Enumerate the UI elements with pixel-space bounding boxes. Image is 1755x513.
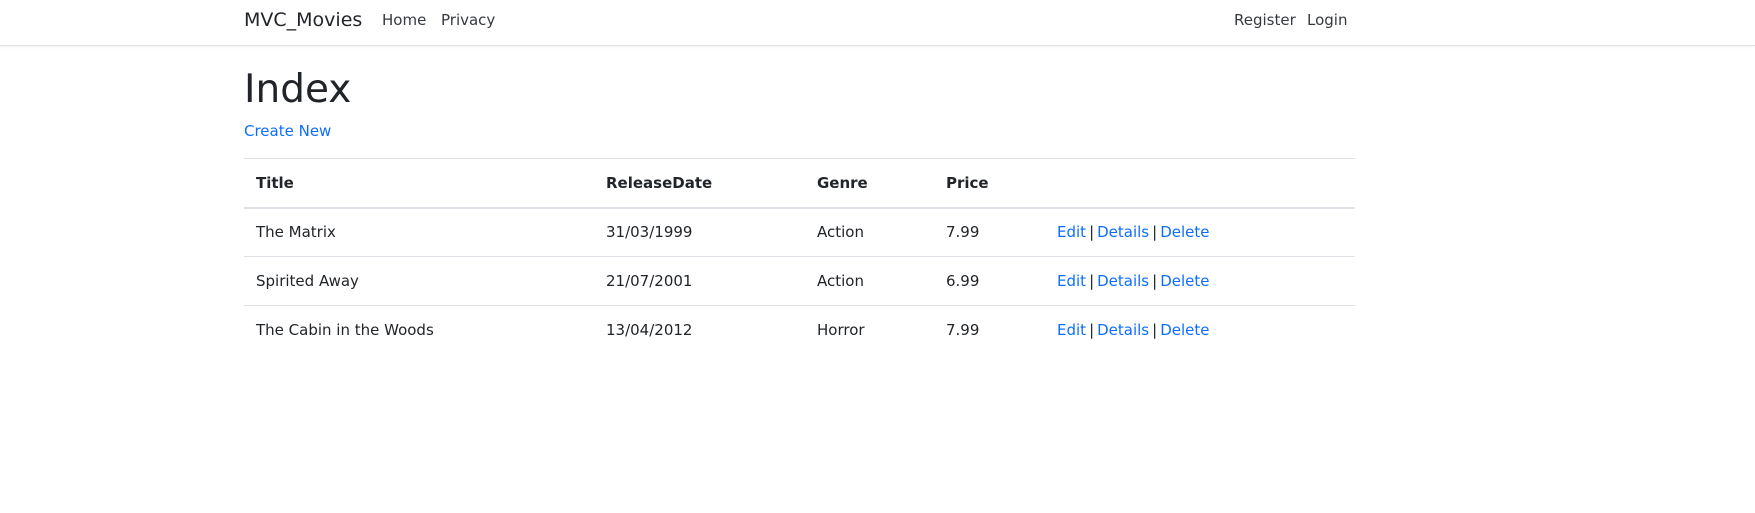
nav-home-link[interactable]: Home <box>382 10 426 30</box>
movies-table: Title ReleaseDate Genre Price The Matrix… <box>244 158 1355 355</box>
header-price: Price <box>934 158 1045 209</box>
brand-link[interactable]: MVC_Movies <box>244 8 362 32</box>
table-body: The Matrix 31/03/1999 Action 7.99 Edit | D… <box>244 207 1355 355</box>
edit-link[interactable]: Edit <box>1057 272 1086 290</box>
cell-price: 6.99 <box>934 256 1045 306</box>
cell-actions: Edit | Details | Delete <box>1045 305 1355 355</box>
cell-actions: Edit | Details | Delete <box>1045 256 1355 306</box>
cell-actions: Edit | Details | Delete <box>1045 207 1355 257</box>
header-genre: Genre <box>805 158 934 209</box>
action-separator: | <box>1152 321 1158 340</box>
nav-login-link[interactable]: Login <box>1307 10 1347 30</box>
nav-privacy-link[interactable]: Privacy <box>441 10 495 30</box>
edit-link[interactable]: Edit <box>1057 223 1086 241</box>
cell-genre: Action <box>805 207 934 257</box>
navbar: MVC_Movies Home Privacy Register Login <box>0 0 1755 46</box>
delete-link[interactable]: Delete <box>1160 272 1209 290</box>
table-row: Spirited Away 21/07/2001 Action 6.99 Edi… <box>244 256 1355 306</box>
details-link[interactable]: Details <box>1097 321 1149 339</box>
details-link[interactable]: Details <box>1097 223 1149 241</box>
action-separator: | <box>1089 272 1095 290</box>
cell-price: 7.99 <box>934 305 1045 355</box>
page-title: Index <box>244 67 352 112</box>
action-separator: | <box>1152 272 1158 290</box>
header-release-date: ReleaseDate <box>594 158 805 209</box>
cell-release-date: 21/07/2001 <box>594 256 805 306</box>
edit-link[interactable]: Edit <box>1057 321 1086 339</box>
table-row: The Matrix 31/03/1999 Action 7.99 Edit | D… <box>244 207 1355 257</box>
cell-title: Spirited Away <box>244 256 594 306</box>
table-header: Title ReleaseDate Genre Price <box>244 158 1355 209</box>
cell-title: The Cabin in the Woods <box>244 305 594 355</box>
cell-release-date: 13/04/2012 <box>594 305 805 355</box>
cell-title: The Matrix <box>244 207 594 257</box>
header-actions <box>1045 158 1355 209</box>
nav-register-link[interactable]: Register <box>1234 10 1296 30</box>
action-separator: | <box>1089 223 1095 242</box>
table-header-row: Title ReleaseDate Genre Price <box>244 158 1355 209</box>
action-separator: | <box>1152 223 1158 242</box>
details-link[interactable]: Details <box>1097 272 1149 290</box>
table-row: The Cabin in the Woods 13/04/2012 Horror… <box>244 305 1355 355</box>
cell-genre: Horror <box>805 305 934 355</box>
action-separator: | <box>1089 321 1095 340</box>
cell-release-date: 31/03/1999 <box>594 207 805 257</box>
cell-price: 7.99 <box>934 207 1045 257</box>
delete-link[interactable]: Delete <box>1160 321 1209 339</box>
create-new-link[interactable]: Create New <box>244 121 331 141</box>
cell-genre: Action <box>805 256 934 306</box>
delete-link[interactable]: Delete <box>1160 223 1209 241</box>
header-title: Title <box>244 158 594 209</box>
